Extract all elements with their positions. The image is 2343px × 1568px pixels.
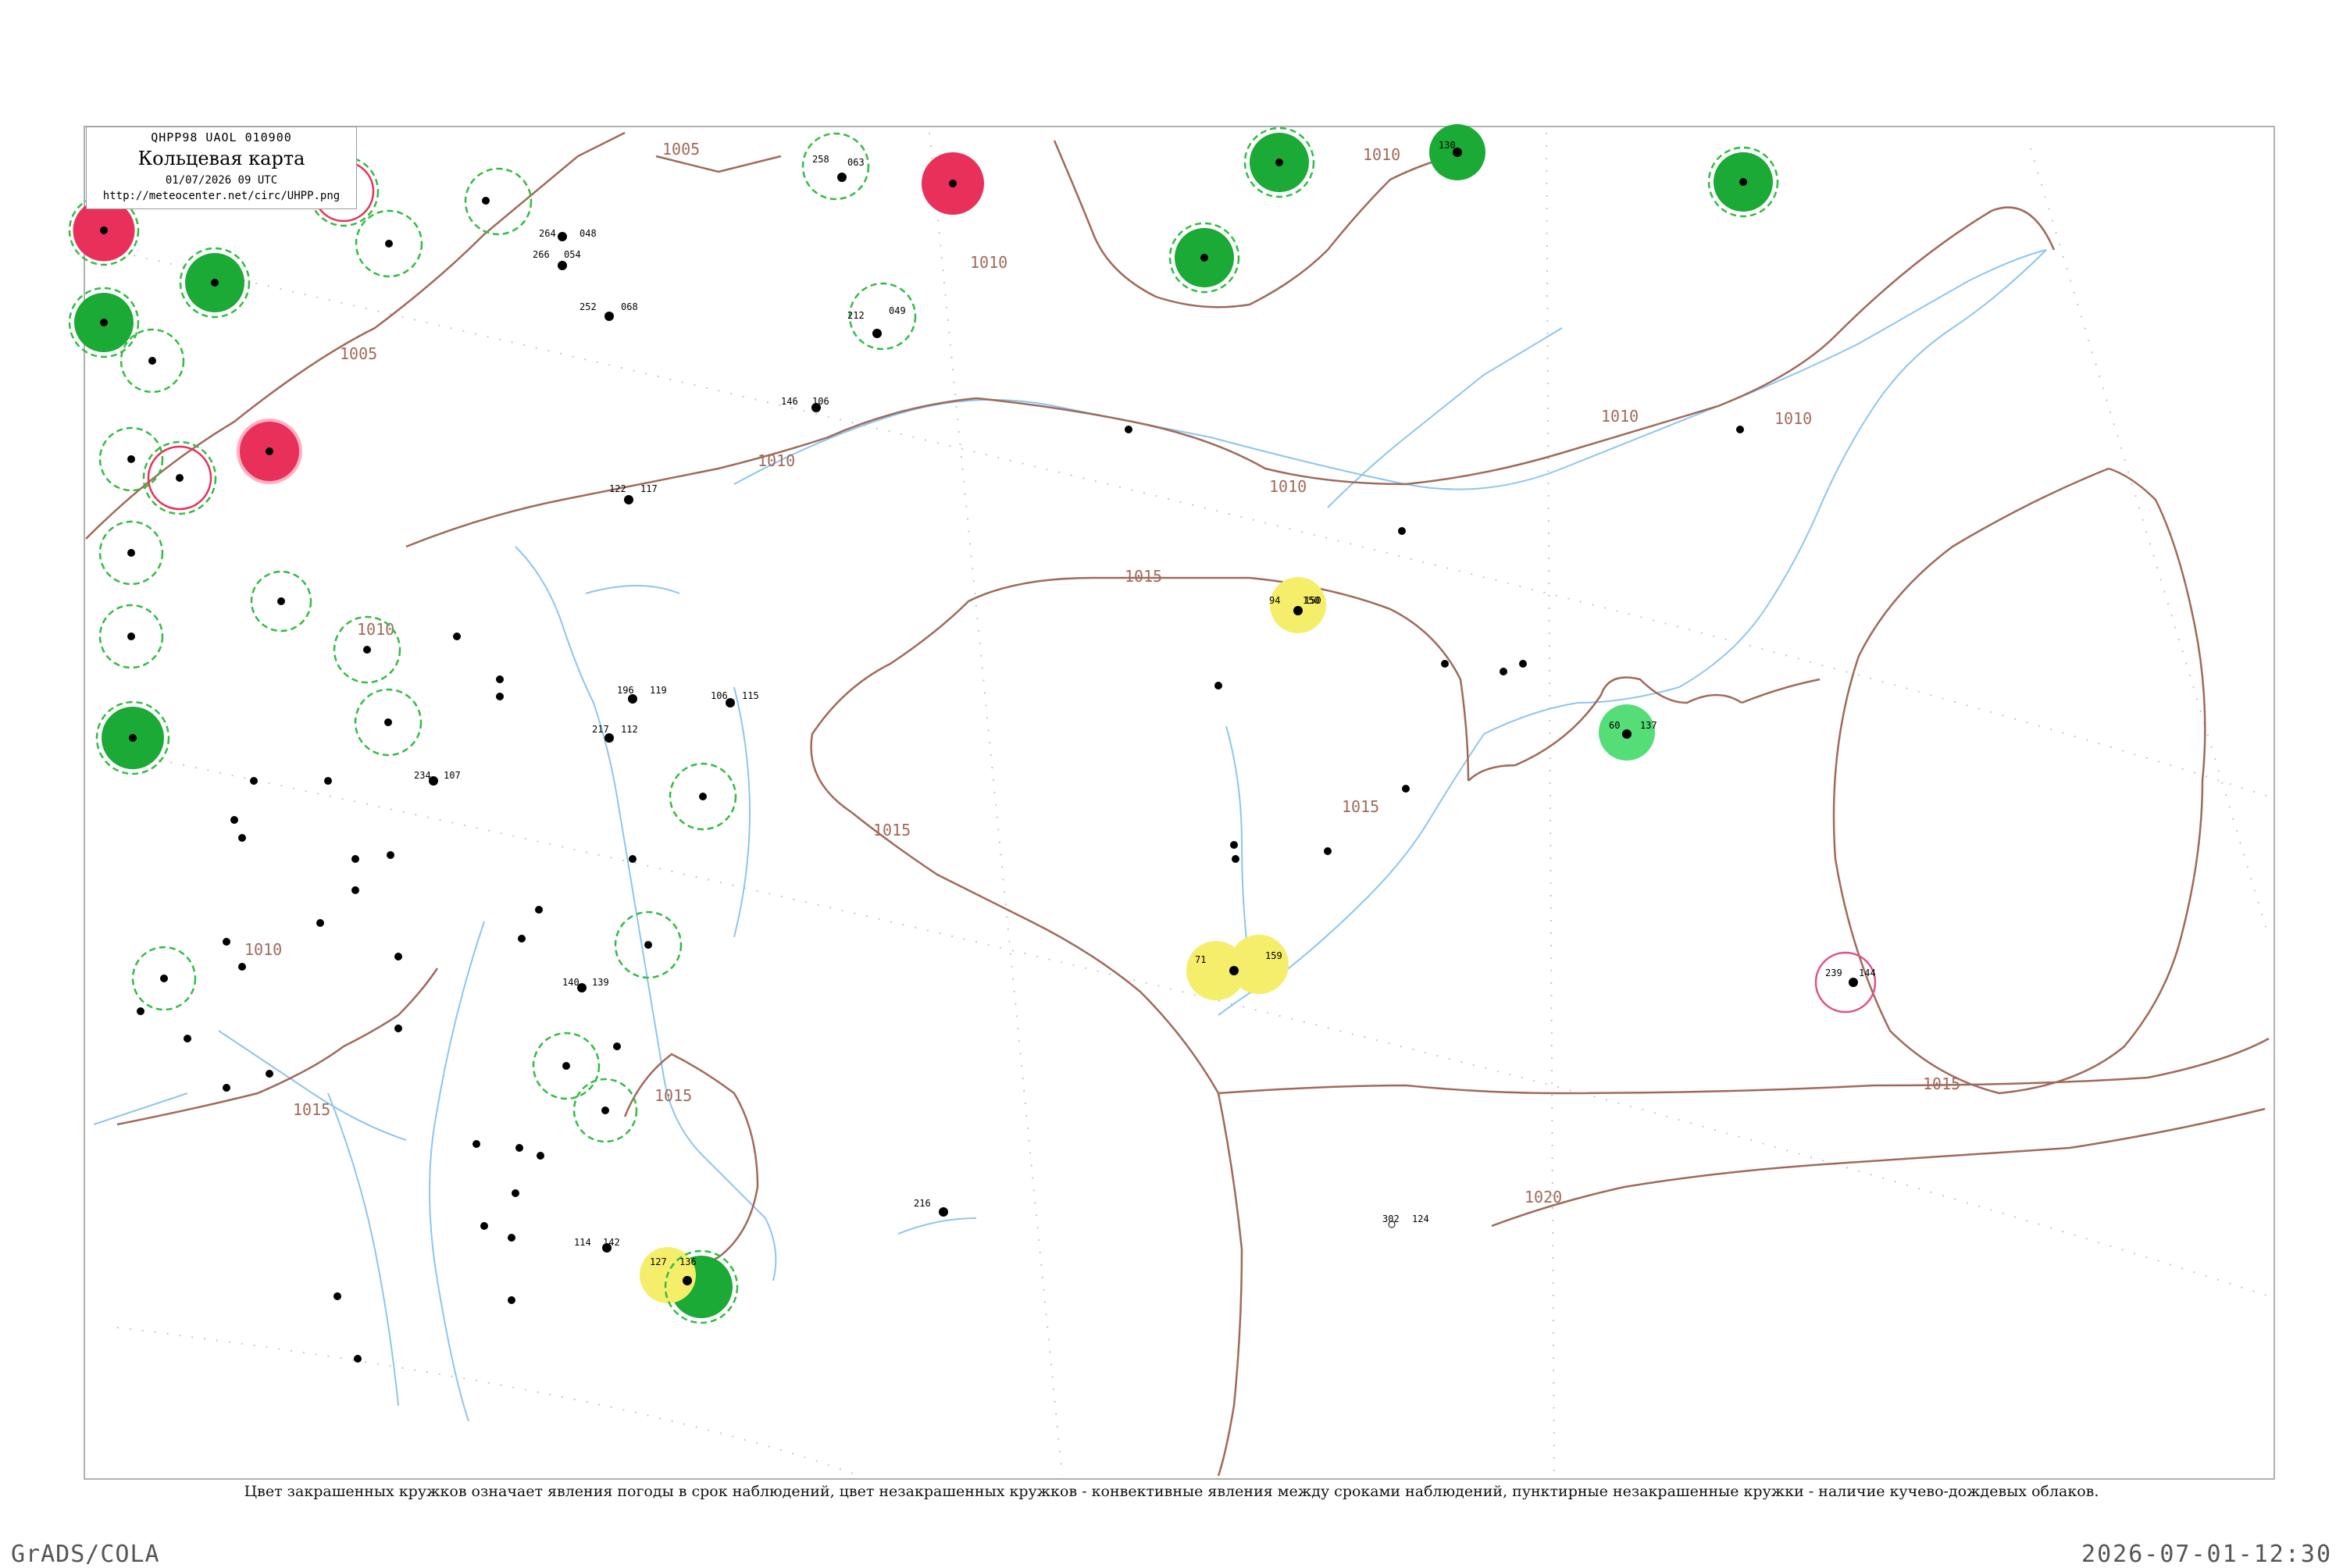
isobar-label: 1015 xyxy=(1923,1074,1960,1093)
svg-text:049: 049 xyxy=(889,305,906,316)
svg-text:142: 142 xyxy=(603,1237,620,1248)
isobar-label: 1010 xyxy=(1601,407,1639,426)
station-model: 140 139 xyxy=(562,977,609,992)
station-model: 234 107 xyxy=(414,770,461,786)
station-model: 264 048 xyxy=(539,228,597,241)
station-model: 302 124 xyxy=(1382,1213,1429,1228)
station-model: 146 106 xyxy=(781,396,829,412)
isobar-label: 1010 xyxy=(1269,477,1307,496)
isobars xyxy=(85,131,2270,1477)
svg-text:112: 112 xyxy=(621,724,638,735)
map-caption: Цвет закрашенных кружков означает явлени… xyxy=(244,1483,2099,1500)
svg-text:71: 71 xyxy=(1195,954,1206,965)
station-model: 252 068 xyxy=(580,301,638,321)
station-model: 217 112 xyxy=(592,724,638,743)
svg-text:212: 212 xyxy=(847,310,865,321)
svg-text:117: 117 xyxy=(640,483,658,494)
svg-text:264: 264 xyxy=(539,228,556,239)
station-model: 258 063 xyxy=(812,154,865,182)
isobar-label-group: 1005 1005 1010 1010 1010 1010 1010 1010 … xyxy=(244,140,1960,1206)
isobar-label: 1010 xyxy=(758,451,795,470)
svg-text:266: 266 xyxy=(533,249,550,260)
svg-text:127: 127 xyxy=(650,1256,667,1267)
svg-text:137: 137 xyxy=(1640,720,1657,731)
isobar-1015-g xyxy=(1218,1037,2270,1095)
station-ring-pink xyxy=(1814,951,1877,1014)
map-url[interactable]: http://meteocenter.net/circ/UHPP.png xyxy=(87,190,356,202)
svg-text:115: 115 xyxy=(742,690,759,701)
svg-text:048: 048 xyxy=(580,228,597,239)
map-code: QHPP98 UAOL 010900 xyxy=(151,130,292,144)
station-model: 216 xyxy=(914,1198,948,1217)
isobar-1020 xyxy=(1491,1107,2266,1228)
svg-text:114: 114 xyxy=(574,1237,591,1248)
svg-text:130: 130 xyxy=(1439,140,1456,151)
svg-text:94: 94 xyxy=(1269,595,1280,606)
rivers-coastline xyxy=(93,249,2047,1422)
svg-text:216: 216 xyxy=(914,1198,931,1209)
svg-text:106: 106 xyxy=(812,396,829,407)
isobar-label: 1010 xyxy=(357,620,394,639)
isobar-label: 1015 xyxy=(1342,797,1379,816)
isobar-1015-b xyxy=(851,811,1243,1477)
isobar-label: 1020 xyxy=(1525,1188,1562,1206)
isobar-label: 1005 xyxy=(340,344,377,363)
svg-text:139: 139 xyxy=(592,977,609,988)
isobar-label: 1010 xyxy=(970,253,1007,272)
svg-text:252: 252 xyxy=(580,301,597,312)
svg-text:107: 107 xyxy=(444,770,461,781)
station-model: 212 049 xyxy=(847,305,906,338)
svg-text:136: 136 xyxy=(679,1256,697,1267)
isobar-label: 1010 xyxy=(244,940,282,959)
svg-text:60: 60 xyxy=(1609,720,1620,731)
cb-rings xyxy=(68,127,1779,1324)
svg-text:140: 140 xyxy=(562,977,580,988)
svg-text:150: 150 xyxy=(1303,595,1320,606)
isobar-1015-f xyxy=(1741,678,1821,704)
isobar-label: 1005 xyxy=(662,140,700,159)
isobar-label: 1015 xyxy=(654,1086,692,1105)
svg-text:144: 144 xyxy=(1859,968,1876,978)
station-dots xyxy=(100,159,1747,1363)
svg-text:258: 258 xyxy=(812,154,829,165)
station-model: 196 119 xyxy=(617,685,667,704)
isobar-label: 1015 xyxy=(873,821,911,839)
svg-text:063: 063 xyxy=(847,157,865,168)
svg-text:239: 239 xyxy=(1825,968,1842,978)
isobar-label: 1010 xyxy=(1774,409,1812,428)
svg-text:106: 106 xyxy=(711,690,728,701)
map-frame xyxy=(84,126,2275,1480)
isobar-label: 1015 xyxy=(293,1100,330,1119)
svg-text:124: 124 xyxy=(1412,1213,1429,1224)
map-title: Кольцевая карта xyxy=(137,148,305,169)
weather-map: 1005 1005 1010 1010 1010 1010 1010 1010 … xyxy=(68,124,2275,1480)
svg-text:302: 302 xyxy=(1382,1213,1400,1224)
station-model: 266 054 xyxy=(533,249,581,270)
map-datetime: 01/07/2026 09 UTC xyxy=(165,174,278,187)
svg-text:119: 119 xyxy=(650,685,667,696)
svg-text:159: 159 xyxy=(1265,950,1282,961)
svg-text:217: 217 xyxy=(592,724,609,735)
svg-text:054: 054 xyxy=(564,249,581,260)
svg-text:068: 068 xyxy=(621,301,638,312)
station-ring-yellow xyxy=(1229,935,1289,994)
map-title-box: QHPP98 UAOL 010900 Кольцевая карта 01/07… xyxy=(86,127,357,209)
footer-software: GrADS/COLA xyxy=(11,1541,160,1568)
svg-text:122: 122 xyxy=(609,483,626,494)
graticule xyxy=(109,132,2270,1477)
station-model: 114 142 xyxy=(574,1237,620,1253)
isobar-label: 1010 xyxy=(1363,145,1400,164)
isobar-label: 1015 xyxy=(1125,567,1162,586)
svg-text:146: 146 xyxy=(781,396,798,407)
svg-text:196: 196 xyxy=(617,685,634,696)
station-model: 239 144 xyxy=(1825,968,1876,987)
footer-timestamp: 2026-07-01-12:30 xyxy=(2081,1541,2332,1568)
isobar-1005-b xyxy=(655,155,782,173)
station-models: 258 063 212 049 130 150 94 150 60 137 71 159 … xyxy=(414,140,1876,1285)
isobar-1015-a xyxy=(810,576,1470,814)
isobar-1015-d xyxy=(1832,467,2206,1095)
svg-text:234: 234 xyxy=(414,770,431,781)
